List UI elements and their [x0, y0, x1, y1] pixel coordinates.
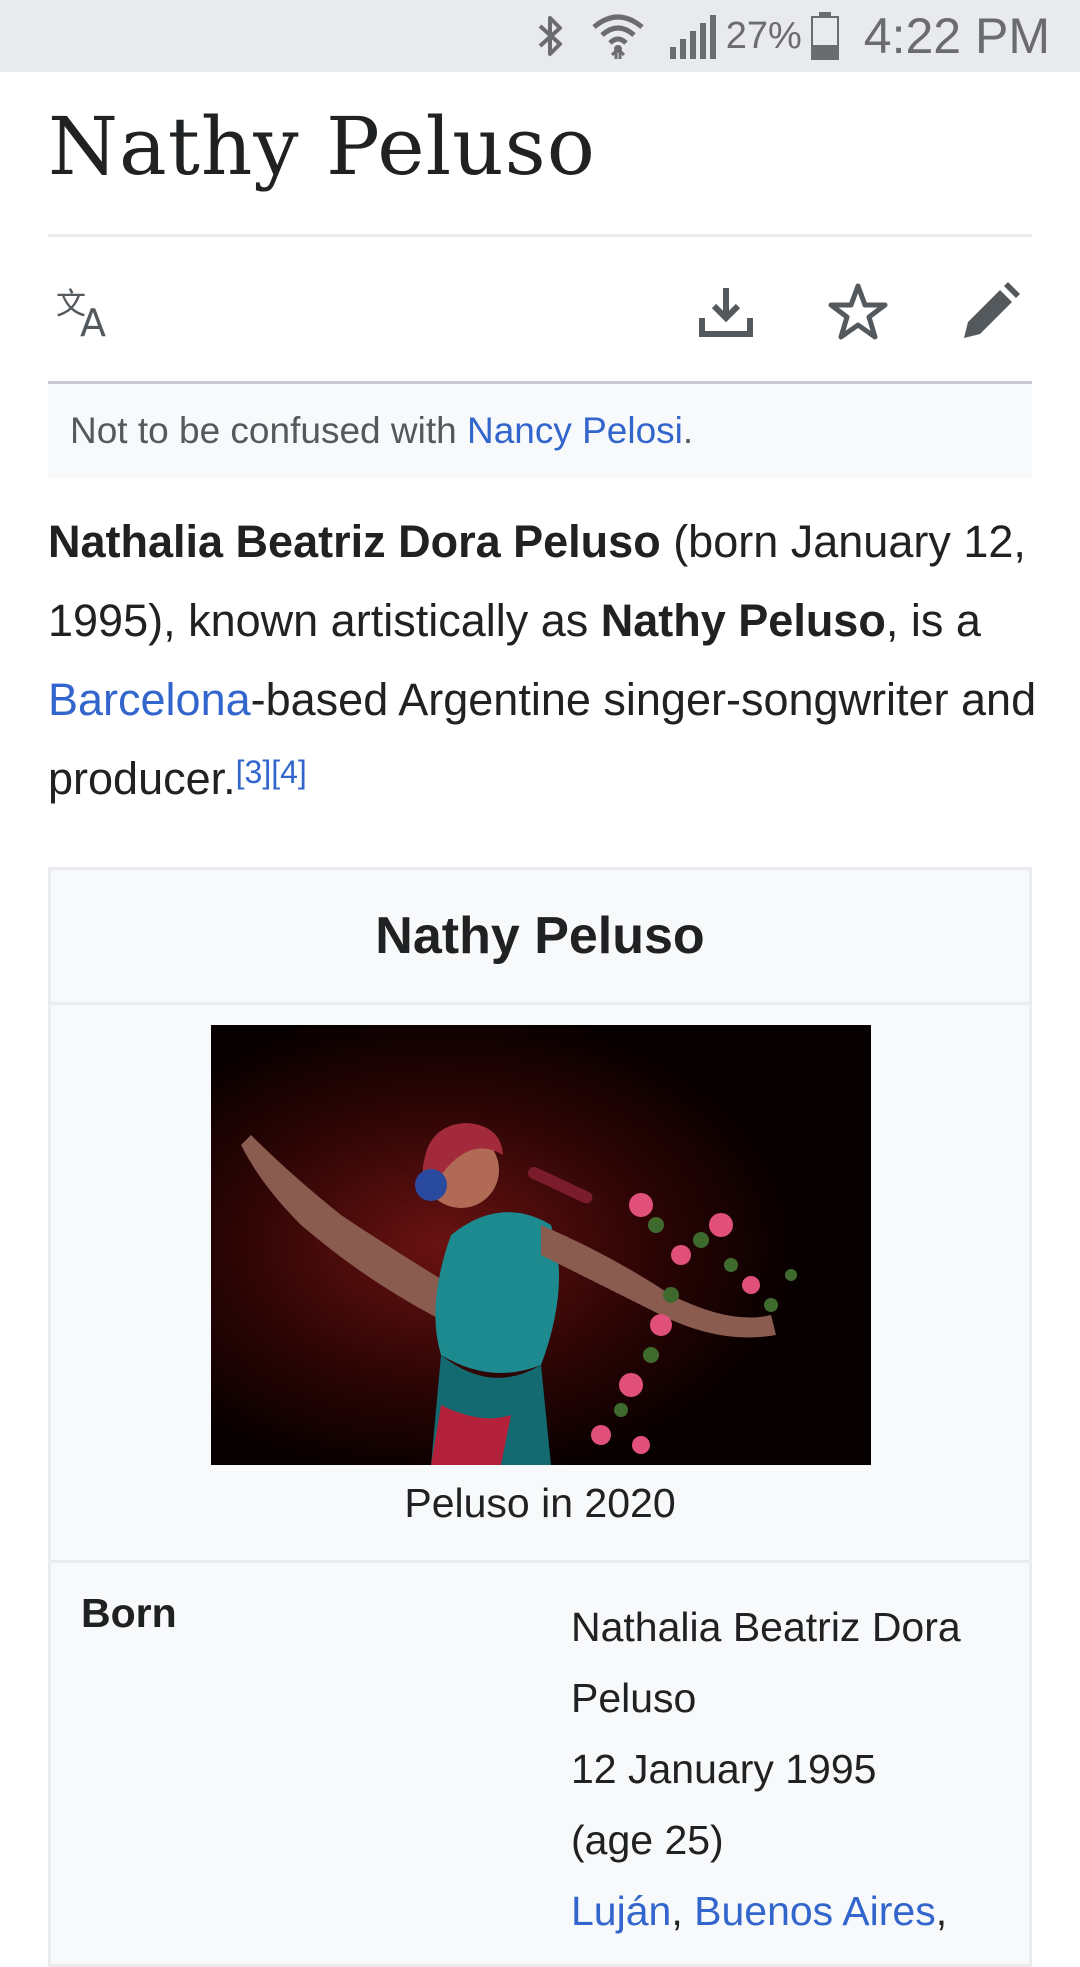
born-label: Born	[81, 1590, 177, 1636]
star-icon[interactable]	[826, 280, 890, 344]
wifi-icon	[590, 11, 646, 61]
lujan-link[interactable]: Luján	[571, 1888, 671, 1934]
battery-percent: 27%	[725, 14, 802, 57]
svg-text:A: A	[80, 301, 106, 340]
reference-link[interactable]: [3]	[236, 754, 272, 790]
born-value: Nathalia Beatriz Dora Peluso 12 January …	[571, 1592, 1011, 1947]
infobox: Nathy Peluso Peluso in 2020 Born Nathali…	[48, 867, 1032, 1967]
page-actions-bar: 文 A	[48, 240, 1032, 380]
download-icon[interactable]	[694, 280, 758, 344]
subject-full-name: Nathalia Beatriz Dora Peluso	[48, 516, 661, 567]
place-trailing-comma: ,	[935, 1888, 948, 1934]
born-name: Nathalia Beatriz Dora Peluso	[571, 1604, 961, 1721]
lead-paragraph: Nathalia Beatriz Dora Peluso (born Janua…	[48, 502, 1038, 818]
battery-icon	[810, 12, 840, 60]
infobox-divider	[51, 1002, 1029, 1005]
place-separator: ,	[671, 1888, 695, 1934]
subject-stage-name: Nathy Peluso	[600, 595, 886, 646]
lead-text-2: , is a	[885, 595, 981, 646]
infobox-title: Nathy Peluso	[375, 907, 705, 965]
signal-icon	[668, 13, 718, 59]
hatnote-prefix: Not to be confused with	[70, 410, 467, 451]
photo-caption: Peluso in 2020	[404, 1480, 676, 1526]
infobox-photo[interactable]	[211, 1025, 871, 1465]
buenos-aires-link[interactable]: Buenos Aires	[694, 1888, 936, 1934]
infobox-divider	[51, 1560, 1029, 1563]
bluetooth-icon	[534, 12, 568, 60]
hatnote: Not to be confused with Nancy Pelosi.	[48, 384, 1032, 478]
born-date: 12 January 1995	[571, 1746, 877, 1792]
hatnote-link[interactable]: Nancy Pelosi	[467, 410, 683, 451]
hatnote-suffix: .	[682, 410, 694, 451]
page-title: Nathy Peluso	[48, 100, 596, 193]
status-bar: 27% 4:22 PM	[0, 0, 1080, 72]
barcelona-link[interactable]: Barcelona	[48, 674, 251, 725]
reference-link[interactable]: [4]	[271, 754, 307, 790]
title-divider	[48, 234, 1032, 237]
clock: 4:22 PM	[863, 8, 1050, 64]
edit-icon[interactable]	[958, 280, 1022, 344]
language-icon[interactable]: 文 A	[56, 280, 120, 344]
born-age: (age 25)	[571, 1817, 724, 1863]
born-place: Luján, Buenos Aires,	[571, 1876, 1011, 1947]
